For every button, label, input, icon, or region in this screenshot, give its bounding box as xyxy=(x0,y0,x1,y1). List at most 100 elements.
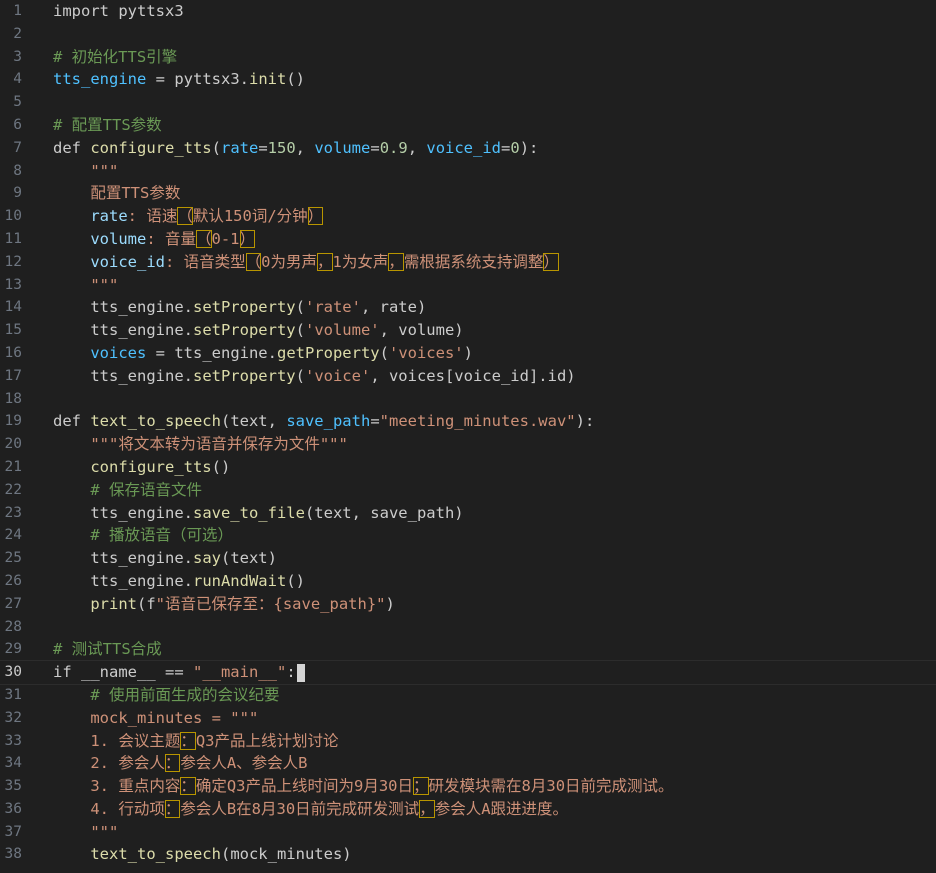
line-number: 15 xyxy=(4,322,22,339)
line-code: """ xyxy=(53,822,119,841)
code-line[interactable]: 15 tts_engine.setProperty('volume', volu… xyxy=(0,319,936,342)
line-code: # 保存语音文件 xyxy=(53,480,202,499)
line-code: 配置TTS参数 xyxy=(53,184,181,203)
line-code: 4. 行动项：参会人B在8月30日前完成研发测试，参会人A跟进进度。 xyxy=(53,799,569,818)
code-line[interactable]: 36 4. 行动项：参会人B在8月30日前完成研发测试，参会人A跟进进度。 xyxy=(0,798,936,821)
line-code: 3. 重点内容：确定Q3产品上线时间为9月30日；研发模块需在8月30日前完成测… xyxy=(53,777,674,796)
line-number: 38 xyxy=(4,846,22,863)
line-number: 37 xyxy=(4,823,22,840)
line-number: 17 xyxy=(4,367,22,384)
code-line[interactable]: 21 configure_tts() xyxy=(0,456,936,479)
line-code: # 初始化TTS引擎 xyxy=(53,47,178,66)
line-code: tts_engine.setProperty('voice', voices[v… xyxy=(53,366,576,385)
line-number: 21 xyxy=(4,458,22,475)
code-line[interactable]: 14 tts_engine.setProperty('rate', rate) xyxy=(0,296,936,319)
code-line[interactable]: 23 tts_engine.save_to_file(text, save_pa… xyxy=(0,502,936,525)
line-code: configure_tts() xyxy=(90,457,231,476)
line-code: mock_minutes = """ xyxy=(53,708,259,727)
line-number: 34 xyxy=(4,755,22,772)
line-number: 16 xyxy=(4,344,22,361)
code-line[interactable]: 3 # 初始化TTS引擎 xyxy=(0,46,936,69)
code-line[interactable]: 35 3. 重点内容：确定Q3产品上线时间为9月30日；研发模块需在8月30日前… xyxy=(0,775,936,798)
line-code: 2. 参会人：参会人A、参会人B xyxy=(53,754,308,773)
code-line[interactable]: 18 xyxy=(0,388,936,411)
code-line[interactable]: 9 配置TTS参数 xyxy=(0,182,936,205)
line-code: # 配置TTS参数 xyxy=(53,115,162,134)
line-number: 7 xyxy=(13,139,22,156)
code-line[interactable]: 8 """ xyxy=(0,160,936,183)
code-line[interactable]: 37 """ xyxy=(0,821,936,844)
line-code: tts_engine.say(text) xyxy=(53,549,277,568)
code-line[interactable]: 1 import pyttsx3 xyxy=(0,0,936,23)
line-number: 5 xyxy=(13,94,22,111)
line-number: 27 xyxy=(4,595,22,612)
line-number: 12 xyxy=(4,253,22,270)
code-line[interactable]: 28 xyxy=(0,616,936,639)
code-line[interactable]: 38 text_to_speech(mock_minutes) xyxy=(0,843,936,866)
line-code: def text_to_speech(text, save_path="meet… xyxy=(53,412,595,431)
code-lines: 1 import pyttsx3 2 3 # 初始化TTS引擎 4 tts_engine =… xyxy=(0,0,936,866)
code-line[interactable]: 16 voices = tts_engine.getProperty('voic… xyxy=(0,342,936,365)
line-number: 28 xyxy=(4,618,22,635)
line-number: 36 xyxy=(4,800,22,817)
line-code: tts_engine.save_to_file(text, save_path) xyxy=(53,503,464,522)
code-line[interactable]: 4 tts_engine = pyttsx3.init() xyxy=(0,68,936,91)
code-line[interactable]: 33 1. 会议主题：Q3产品上线计划讨论 xyxy=(0,730,936,753)
line-number: 18 xyxy=(4,390,22,407)
code-line[interactable]: 25 tts_engine.say(text) xyxy=(0,547,936,570)
line-code: text_to_speech(mock_minutes) xyxy=(90,845,352,864)
line-number: 30 xyxy=(4,664,22,681)
line-number: 4 xyxy=(13,71,22,88)
line-number: 3 xyxy=(13,48,22,65)
text-cursor xyxy=(296,663,305,682)
code-line[interactable]: 29 # 测试TTS合成 xyxy=(0,638,936,661)
code-line[interactable]: 17 tts_engine.setProperty('voice', voice… xyxy=(0,365,936,388)
line-code: # 使用前面生成的会议纪要 xyxy=(53,685,280,704)
line-number: 2 xyxy=(13,25,22,42)
code-line[interactable]: 2 xyxy=(0,23,936,46)
line-code: """将文本转为语音并保存为文件""" xyxy=(90,435,348,454)
code-line[interactable]: 20 """将文本转为语音并保存为文件""" xyxy=(0,433,936,456)
line-number: 6 xyxy=(13,116,22,133)
line-code: 1. 会议主题：Q3产品上线计划讨论 xyxy=(53,731,339,750)
line-code: tts_engine.setProperty('volume', volume) xyxy=(53,321,464,340)
line-code: tts_engine.runAndWait() xyxy=(53,571,305,590)
line-code: voice_id: 语音类型（0为男声，1为女声，需根据系统支持调整） xyxy=(90,252,559,271)
code-line[interactable]: 6 # 配置TTS参数 xyxy=(0,114,936,137)
code-line[interactable]: 30 if __name__ == "__main__": xyxy=(0,660,936,685)
code-line[interactable]: 34 2. 参会人：参会人A、参会人B xyxy=(0,752,936,775)
line-number: 32 xyxy=(4,709,22,726)
line-number: 20 xyxy=(4,436,22,453)
code-line[interactable]: 11 volume: 音量（0-1） xyxy=(0,228,936,251)
code-line[interactable]: 12 voice_id: 语音类型（0为男声，1为女声，需根据系统支持调整） xyxy=(0,251,936,274)
code-line[interactable]: 7 def configure_tts(rate=150, volume=0.9,… xyxy=(0,137,936,160)
line-code: def configure_tts(rate=150, volume=0.9, … xyxy=(53,138,539,157)
line-code: rate: 语速（默认150词/分钟） xyxy=(90,207,324,226)
line-code: tts_engine = pyttsx3.init() xyxy=(53,70,305,89)
line-code: import pyttsx3 xyxy=(53,2,184,20)
line-code: if __name__ == "__main__": xyxy=(53,661,305,684)
line-number: 29 xyxy=(4,641,22,658)
code-line[interactable]: 27 print(f"语音已保存至：{save_path}") xyxy=(0,593,936,616)
code-editor[interactable]: 1 import pyttsx3 2 3 # 初始化TTS引擎 4 tts_engine =… xyxy=(0,0,936,873)
line-number: 25 xyxy=(4,550,22,567)
code-line[interactable]: 19 def text_to_speech(text, save_path="me… xyxy=(0,410,936,433)
line-number: 14 xyxy=(4,299,22,316)
code-line[interactable]: 10 rate: 语速（默认150词/分钟） xyxy=(0,205,936,228)
code-line[interactable]: 26 tts_engine.runAndWait() xyxy=(0,570,936,593)
code-line[interactable]: 32 mock_minutes = """ xyxy=(0,707,936,730)
line-code: tts_engine.setProperty('rate', rate) xyxy=(53,298,427,317)
line-number: 35 xyxy=(4,778,22,795)
line-number: 23 xyxy=(4,504,22,521)
code-line[interactable]: 13 """ xyxy=(0,274,936,297)
code-line[interactable]: 22 # 保存语音文件 xyxy=(0,479,936,502)
line-number: 31 xyxy=(4,686,22,703)
line-number: 11 xyxy=(4,230,22,247)
line-code: """ xyxy=(53,161,119,180)
code-line[interactable]: 5 xyxy=(0,91,936,114)
line-number: 19 xyxy=(4,413,22,430)
line-code: voices = tts_engine.getProperty('voices'… xyxy=(90,343,473,362)
line-code: volume: 音量（0-1） xyxy=(90,229,256,248)
code-line[interactable]: 24 # 播放语音（可选） xyxy=(0,524,936,547)
code-line[interactable]: 31 # 使用前面生成的会议纪要 xyxy=(0,684,936,707)
